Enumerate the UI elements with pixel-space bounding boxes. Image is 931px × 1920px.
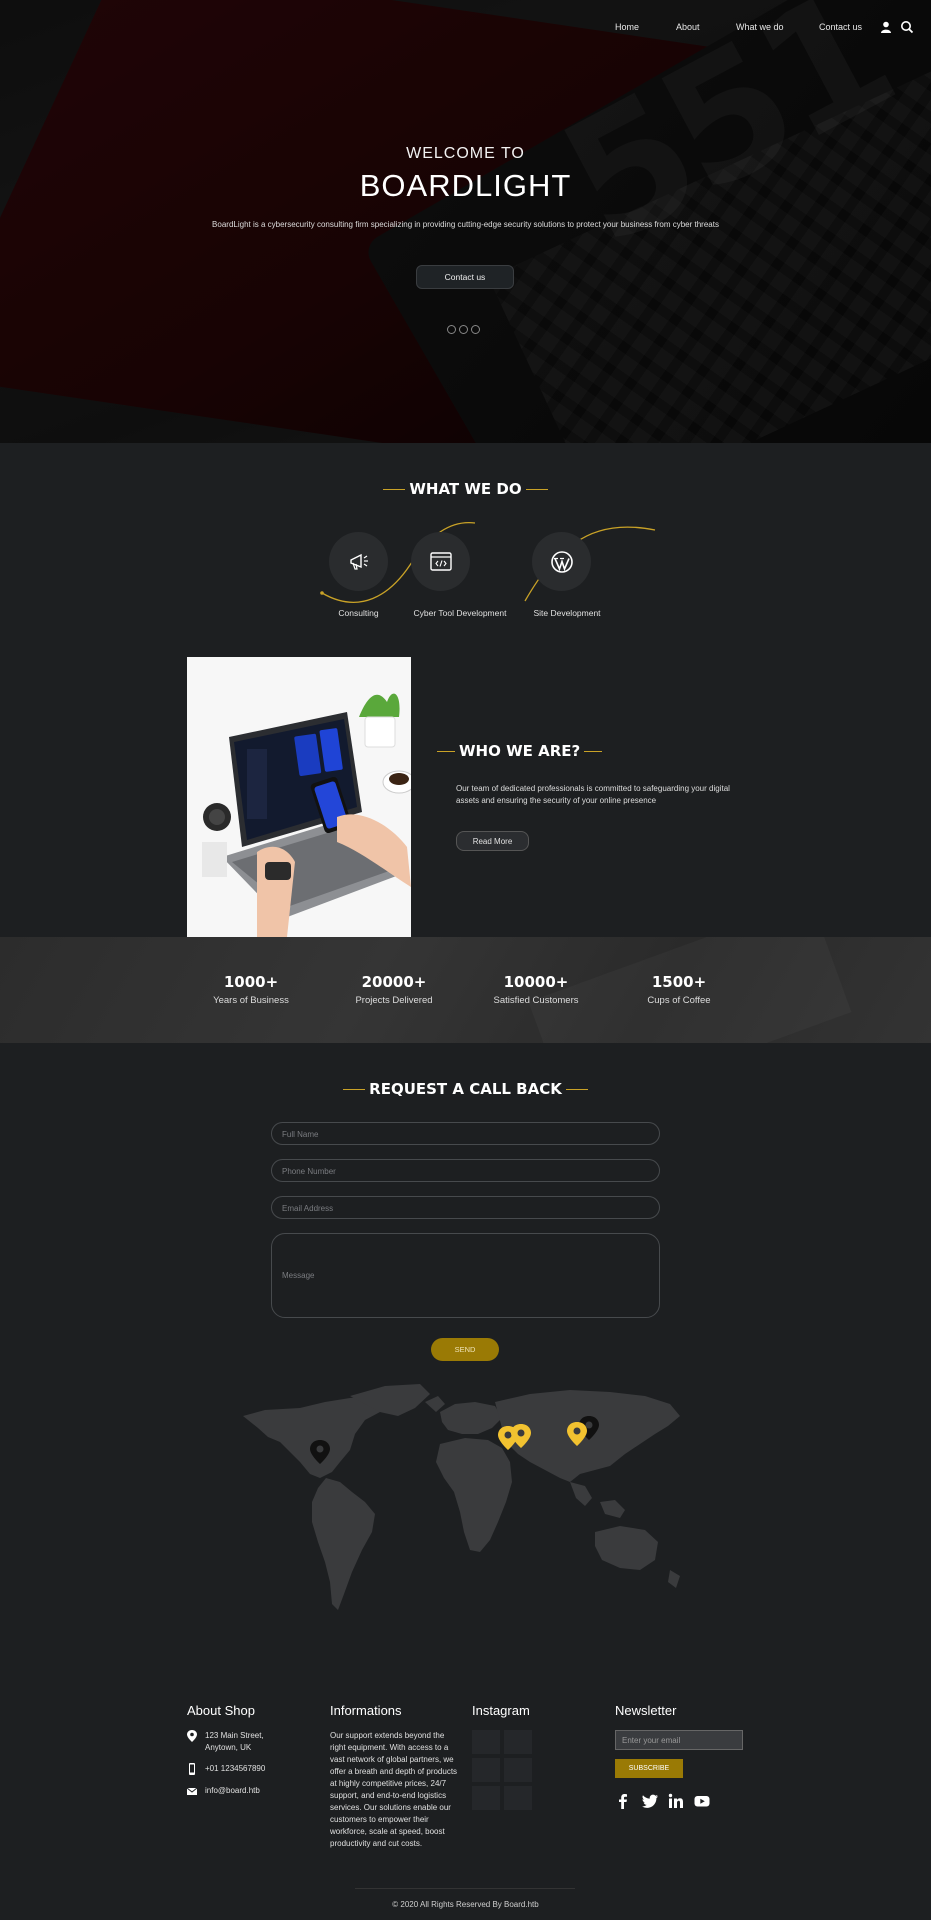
instagram-grid	[472, 1730, 564, 1820]
footer-address-text: 123 Main Street, Anytown, UK	[205, 1730, 264, 1754]
send-button[interactable]: SEND	[431, 1338, 499, 1361]
main-nav: Home About What we do Contact us	[0, 16, 931, 40]
youtube-icon[interactable]	[694, 1793, 710, 1809]
stat-number: 1000+	[223, 973, 279, 991]
stat-label: Projects Delivered	[355, 995, 433, 1006]
address-line-1: 123 Main Street,	[205, 1731, 264, 1740]
service-label-site-development: Site Development	[533, 608, 601, 618]
heading-line-right	[565, 1089, 588, 1090]
phone-number-input[interactable]: Phone Number	[271, 1159, 660, 1182]
footer-email-text[interactable]: info@board.htb	[205, 1785, 260, 1797]
who-we-are-title: WHO WE ARE?	[459, 742, 581, 760]
who-we-are-description: Our team of dedicated professionals is c…	[456, 784, 730, 805]
slider-dot-2[interactable]	[459, 325, 468, 334]
footer-phone-text[interactable]: +01 1234567890	[205, 1763, 265, 1775]
service-cyber-tool-development[interactable]	[411, 532, 470, 591]
instagram-thumb-3[interactable]	[472, 1758, 500, 1782]
nav-home[interactable]: Home	[615, 22, 639, 32]
location-icon	[187, 1730, 197, 1742]
hero-description: BoardLight is a cybersecurity consulting…	[212, 220, 719, 229]
callback-title: REQUEST A CALL BACK	[369, 1080, 562, 1098]
stats-section: 1000+ Years of Business 20000+ Projects …	[0, 937, 931, 1043]
twitter-icon[interactable]	[642, 1793, 658, 1809]
service-consulting[interactable]	[329, 532, 388, 591]
linkedin-icon[interactable]	[668, 1793, 684, 1809]
who-we-are-image	[187, 657, 411, 937]
stat-number: 1500+	[651, 973, 707, 991]
stat-label: Satisfied Customers	[493, 995, 579, 1006]
footer-informations-title: Informations	[330, 1703, 402, 1718]
footer-newsletter-title: Newsletter	[615, 1703, 677, 1718]
stat-years: 1000+ Years of Business	[176, 973, 326, 1006]
what-we-do-title: WHAT WE DO	[409, 480, 522, 498]
stat-label: Years of Business	[213, 995, 289, 1006]
address-line-2: Anytown, UK	[205, 1743, 252, 1752]
instagram-thumb-4[interactable]	[504, 1758, 532, 1782]
read-more-button[interactable]: Read More	[456, 831, 529, 851]
code-window-icon	[429, 551, 452, 571]
footer-instagram-title: Instagram	[472, 1703, 530, 1718]
laptop-photo	[187, 657, 411, 937]
stat-coffee: 1500+ Cups of Coffee	[604, 973, 754, 1006]
slider-dots	[447, 325, 480, 334]
footer-address: 123 Main Street, Anytown, UK	[187, 1730, 264, 1754]
message-textarea[interactable]: Message	[271, 1233, 660, 1318]
slider-dot-1[interactable]	[447, 325, 456, 334]
user-icon[interactable]	[879, 20, 893, 34]
footer-email: info@board.htb	[187, 1785, 260, 1797]
heading-line-right	[525, 489, 548, 490]
service-label-consulting: Consulting	[338, 608, 379, 618]
slider-dot-3[interactable]	[471, 325, 480, 334]
what-we-do-heading: WHAT WE DO	[0, 480, 931, 498]
email-address-input[interactable]: Email Address	[271, 1196, 660, 1219]
hero-section: 551 Home About What we do Contact us WEL…	[0, 0, 931, 443]
wordpress-icon	[550, 550, 573, 573]
heading-line-left	[383, 489, 406, 490]
instagram-thumb-6[interactable]	[504, 1786, 532, 1810]
phone-icon	[189, 1763, 195, 1775]
instagram-thumb-5[interactable]	[472, 1786, 500, 1810]
megaphone-icon	[349, 553, 368, 570]
callback-heading: REQUEST A CALL BACK	[0, 1080, 931, 1098]
footer-divider	[355, 1888, 575, 1889]
instagram-thumb-1[interactable]	[472, 1730, 500, 1754]
stat-number: 10000+	[503, 973, 569, 991]
hero-brand: BOARDLIGHT	[359, 168, 572, 203]
footer-phone: +01 1234567890	[187, 1763, 265, 1775]
search-icon[interactable]	[900, 20, 914, 34]
instagram-thumb-2[interactable]	[504, 1730, 532, 1754]
footer-informations-text: Our support extends beyond the right equ…	[330, 1731, 458, 1848]
stat-customers: 10000+ Satisfied Customers	[461, 973, 611, 1006]
world-map	[243, 1384, 680, 1610]
nav-about[interactable]: About	[676, 22, 700, 32]
subscribe-button[interactable]: SUBSCRIBE	[615, 1759, 683, 1778]
stat-label: Cups of Coffee	[647, 995, 711, 1006]
hero-welcome: WELCOME TO	[406, 145, 525, 162]
stat-number: 20000+	[361, 973, 427, 991]
nav-contact-us[interactable]: Contact us	[819, 22, 862, 32]
copyright-text: © 2020 All Rights Reserved By Board.htb	[392, 1900, 539, 1909]
facebook-icon[interactable]	[615, 1793, 631, 1809]
service-site-development[interactable]	[532, 532, 591, 591]
heading-line-right	[584, 751, 603, 752]
mail-icon	[187, 1787, 197, 1795]
heading-line-left	[343, 1089, 366, 1090]
hero-contact-button[interactable]: Contact us	[416, 265, 514, 289]
full-name-input[interactable]: Full Name	[271, 1122, 660, 1145]
nav-what-we-do[interactable]: What we do	[736, 22, 784, 32]
heading-line-left	[437, 751, 455, 752]
newsletter-email-input[interactable]: Enter your email	[615, 1730, 743, 1750]
stat-projects: 20000+ Projects Delivered	[319, 973, 469, 1006]
who-we-are-heading: WHO WE ARE?	[433, 742, 606, 760]
service-label-cyber-tool: Cyber Tool Development	[413, 608, 507, 618]
footer-about-title: About Shop	[187, 1703, 255, 1718]
